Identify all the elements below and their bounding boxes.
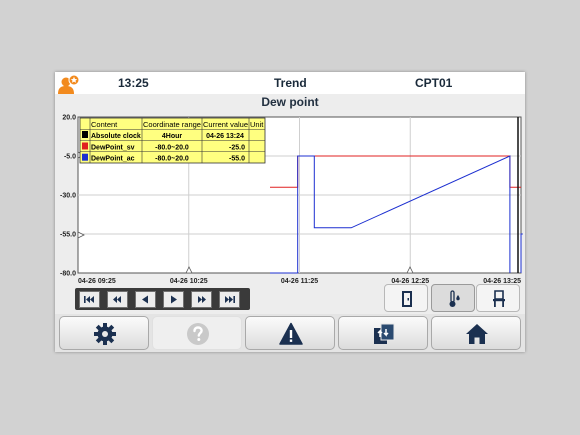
page-title: Trend bbox=[274, 76, 307, 90]
swap-icon bbox=[374, 323, 395, 344]
home-button[interactable] bbox=[431, 316, 521, 350]
y-tick-label: -30.0 bbox=[60, 193, 76, 200]
legend-swatch-sv bbox=[82, 142, 88, 150]
help-button[interactable] bbox=[152, 316, 242, 350]
step-forward-button[interactable] bbox=[163, 291, 184, 308]
legend-header-unit: Unit bbox=[250, 120, 264, 129]
chair-icon bbox=[493, 290, 505, 307]
home-icon bbox=[466, 324, 488, 344]
jump-first-button[interactable] bbox=[79, 291, 100, 308]
y-tick-label: 20.0 bbox=[62, 115, 76, 122]
jump-last-button[interactable] bbox=[219, 291, 240, 308]
step-back-button[interactable] bbox=[135, 291, 156, 308]
skip-to-start-icon bbox=[84, 296, 94, 303]
fast-forward-icon bbox=[198, 296, 206, 303]
legend-swatch-ac bbox=[82, 153, 88, 161]
y-tick-label: -5.0 bbox=[64, 154, 76, 161]
y-tick-label: -80.0 bbox=[60, 271, 76, 278]
legend-header-content: Content bbox=[91, 120, 118, 129]
top-bar: 13:25 Trend CPT01 bbox=[55, 72, 525, 94]
legend-table: Content Coordinate range Current value U… bbox=[79, 117, 266, 164]
device-name: CPT01 bbox=[415, 76, 453, 90]
legend-row-range: 4Hour bbox=[162, 133, 183, 140]
question-icon bbox=[187, 323, 209, 345]
door-icon bbox=[402, 291, 412, 307]
user-star-icon[interactable] bbox=[58, 74, 80, 94]
transfer-button[interactable] bbox=[338, 316, 428, 350]
legend-row-value: -25.0 bbox=[229, 144, 245, 151]
page-forward-button[interactable] bbox=[191, 291, 212, 308]
alarm-button[interactable] bbox=[245, 316, 335, 350]
x-tick-label: 04-26 11:25 bbox=[281, 278, 318, 285]
clock-time: 13:25 bbox=[118, 76, 149, 90]
legend-row-content: DewPoint_ac bbox=[91, 156, 135, 163]
y-tick-label: -55.0 bbox=[60, 232, 76, 239]
x-tick-label: 04-26 10:25 bbox=[170, 278, 208, 285]
door-view-button[interactable] bbox=[384, 284, 428, 312]
legend-row-value: 04-26 13:24 bbox=[206, 133, 244, 140]
trend-navigation bbox=[75, 288, 250, 310]
legend-row-content: Absolute clock bbox=[91, 133, 141, 140]
legend-swatch-clock bbox=[82, 131, 88, 138]
warning-icon bbox=[279, 322, 303, 345]
gear-icon bbox=[94, 323, 116, 345]
series-line-dewpoint-ac bbox=[520, 233, 523, 273]
page-back-button[interactable] bbox=[107, 291, 128, 308]
play-back-icon bbox=[142, 295, 148, 304]
legend-row-value: -55.0 bbox=[229, 156, 245, 163]
bottom-toolbar bbox=[55, 314, 525, 352]
settings-button[interactable] bbox=[59, 316, 149, 350]
legend-row-range: -80.0~20.0 bbox=[155, 156, 189, 163]
chart-title: Dew point bbox=[261, 95, 319, 109]
legend-row-range: -80.0~20.0 bbox=[155, 144, 189, 151]
temperature-view-button[interactable] bbox=[431, 284, 475, 312]
x-tick-label: 04-26 09:25 bbox=[78, 278, 116, 285]
thermometer-icon bbox=[449, 290, 460, 307]
seat-view-button[interactable] bbox=[476, 284, 520, 312]
hmi-screen: 13:25 Trend CPT01 Dew point 20.0 -5.0 -30.… bbox=[55, 72, 525, 352]
y-axis-labels: 20.0 -5.0 -30.0 -55.0 -80.0 bbox=[60, 115, 76, 278]
skip-to-end-icon bbox=[225, 296, 235, 303]
play-forward-icon bbox=[171, 295, 177, 304]
trend-chart: 20.0 -5.0 -30.0 -55.0 -80.0 04-26 09:25 04-26… bbox=[60, 115, 523, 285]
legend-row-content: DewPoint_sv bbox=[91, 144, 135, 151]
legend-header-value: Current value bbox=[203, 120, 248, 129]
rewind-icon bbox=[113, 296, 121, 303]
legend-header-range: Coordinate range bbox=[143, 120, 201, 129]
